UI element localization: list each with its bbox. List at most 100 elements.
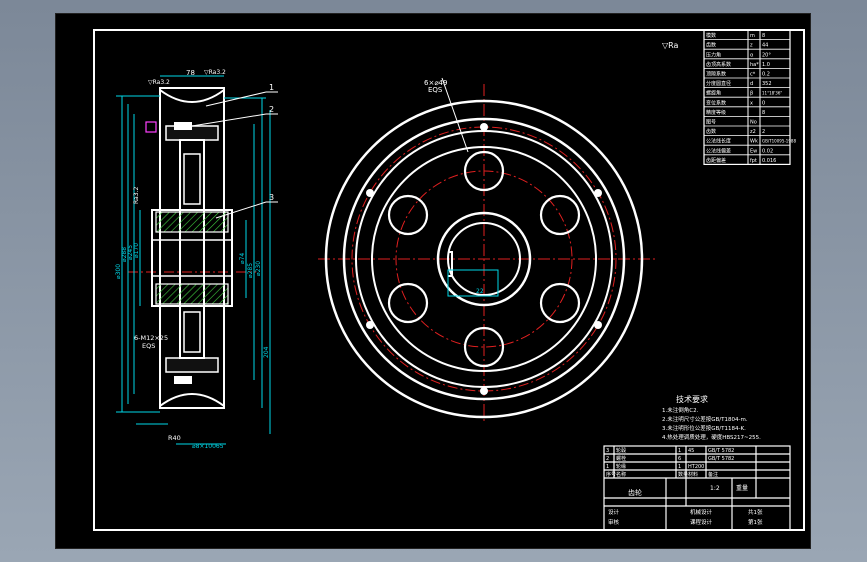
keyway-dim: 22	[476, 288, 484, 295]
param-cell: 齿顶高系数	[706, 61, 731, 68]
bom-cell: 45	[688, 448, 694, 454]
param-cell: α	[750, 52, 754, 58]
bolt-eqs: EQS	[142, 342, 155, 350]
dim-d300: ⌀300	[115, 264, 122, 279]
param-cell: x	[750, 100, 753, 106]
param-cell: β	[750, 91, 753, 97]
application-window: 78 ▽Ra3.2 ▽Ra3.2 1 2 3 ⌀300 ⌀288 ⌀245 ⌀1…	[0, 0, 867, 562]
parameter-table: 模数 m 8 齿数 z 44 压力角 α 20° 齿顶高系数 ha* 1.0 顶隙系数 c* 0.2 分度圆直…	[703, 29, 796, 165]
param-cell: 352	[762, 81, 772, 87]
param-cell: 齿距偏差	[706, 157, 726, 164]
param-cell: GB/T10095-1988	[762, 139, 796, 144]
top-roughness-1: ▽Ra3.2	[148, 79, 170, 86]
left-roughness: Ra3.2	[133, 187, 140, 204]
dim-204: 204	[263, 346, 270, 358]
param-cell: No	[750, 120, 757, 126]
param-cell: z	[750, 43, 753, 49]
param-cell: 11°18'36"	[762, 91, 782, 96]
dim-d170: ⌀170	[133, 243, 140, 258]
bom-cell: 2	[606, 456, 609, 462]
param-cell: 0.016	[762, 158, 776, 164]
bom-cell: GB/T 5782	[708, 448, 734, 454]
general-roughness-symbol: ▽Ra	[662, 41, 679, 50]
param-cell: 模数	[706, 32, 716, 39]
param-cell: 公法线长度	[706, 138, 731, 145]
bom-cell: 名称	[616, 471, 626, 478]
param-cell: Wk	[750, 139, 758, 145]
bom-cell: 螺栓	[616, 455, 626, 462]
bom-cell: HT200	[688, 464, 704, 470]
bom-cell: 数量	[678, 471, 688, 478]
top-roughness-2: ▽Ra3.2	[204, 69, 226, 76]
param-cell: 0.2	[762, 72, 770, 78]
bom-cell: 材料	[688, 471, 698, 478]
param-cell: z2	[750, 129, 756, 135]
weight-label: 重量	[736, 484, 748, 492]
param-cell: 螺旋角	[706, 90, 721, 97]
bom-cell: 1	[678, 448, 681, 454]
param-cell: 分度圆直径	[706, 80, 731, 87]
tech-req-line-4: 4.热处理调质处理，硬度HBS217~255.	[662, 433, 761, 441]
param-cell: 顶隙系数	[706, 71, 726, 78]
param-cell: 公法线偏差	[706, 147, 731, 154]
dim-d285: ⌀285	[247, 263, 254, 278]
param-cell: m	[750, 33, 755, 39]
tech-req-line-2: 2.未注明尺寸公差按GB/T1804-m.	[662, 415, 748, 423]
param-cell: d	[750, 81, 753, 87]
sheets-count: 共1张	[748, 508, 763, 516]
param-cell: 齿数	[706, 128, 716, 135]
designer-label: 设计	[608, 508, 620, 516]
drawing-sheet[interactable]: 78 ▽Ra3.2 ▽Ra3.2 1 2 3 ⌀300 ⌀288 ⌀245 ⌀1…	[55, 13, 811, 549]
balloon-2: 2	[269, 105, 274, 114]
front-view: 6×⌀49 EQS 22	[318, 77, 656, 424]
param-cell: 0	[762, 100, 765, 106]
bom-cell: 轮毂	[616, 447, 626, 454]
tech-req-line-1: 1.未注倒角C2.	[662, 406, 699, 414]
param-cell: 1.0	[762, 62, 770, 68]
param-cell: 44	[762, 43, 768, 49]
bom-cell: 3	[606, 448, 609, 454]
param-cell: c*	[750, 72, 756, 78]
param-cell: 图号	[706, 120, 716, 126]
school-name: 机械设计	[690, 508, 713, 516]
checker-label: 审核	[608, 518, 620, 526]
title-block: 3 轮毂 1 45 GB/T 5782 2 螺栓 6 GB/T 5782 1 轮缘 1 HT200 序号名…	[603, 445, 791, 531]
cad-drawing: 78 ▽Ra3.2 ▽Ra3.2 1 2 3 ⌀300 ⌀288 ⌀245 ⌀1…	[93, 29, 805, 531]
holes-eqs: EQS	[428, 86, 443, 94]
top-dim-width: 78	[186, 69, 195, 77]
scale-value: 1:2	[710, 485, 720, 492]
bom-cell: 轮缘	[616, 463, 626, 470]
param-cell: Ew	[750, 148, 757, 154]
bom-cell: 6	[678, 456, 681, 462]
dim-r40: R40	[168, 434, 181, 442]
drawing-name: 齿轮	[628, 488, 642, 497]
tech-req-line-3: 3.未注明形位公差按GB/T1184-K.	[662, 424, 746, 432]
dim-bottom: ⌀8×10065	[192, 443, 224, 450]
param-cell: 20°	[762, 52, 771, 58]
school-name-2: 课程设计	[690, 518, 713, 526]
technical-requirements: 技术要求 1.未注倒角C2. 2.未注明尺寸公差按GB/T1804-m. 3.未…	[662, 394, 761, 441]
param-cell: fpt	[750, 158, 757, 164]
param-cell: 8	[762, 33, 765, 39]
bom-cell: 1	[606, 464, 609, 470]
section-view: 78 ▽Ra3.2 ▽Ra3.2 1 2 3 ⌀300 ⌀288 ⌀245 ⌀1…	[115, 69, 278, 450]
param-cell: 齿数	[706, 42, 716, 49]
bom-cell: GB/T 5782	[708, 456, 734, 462]
param-cell: 8	[762, 110, 765, 116]
dim-d230: ⌀230	[255, 261, 262, 276]
balloon-3: 3	[269, 193, 274, 202]
dim-d74: ⌀74	[239, 253, 246, 264]
sheet-number: 第1张	[748, 518, 763, 526]
tech-req-title: 技术要求	[676, 394, 708, 404]
param-cell: 压力角	[706, 51, 721, 58]
param-cell: ha*	[750, 62, 759, 68]
balloon-1: 1	[269, 83, 274, 92]
param-cell: 2	[762, 129, 765, 135]
param-cell: 精度等级	[706, 109, 726, 116]
param-cell: 变位系数	[706, 99, 726, 106]
param-cell: 0.02	[762, 148, 773, 154]
bom-cell: 序号	[606, 471, 616, 478]
bolt-callout: 6-M12×25	[134, 334, 168, 342]
bom-cell: 备注	[708, 471, 718, 478]
bom-cell: 1	[678, 464, 681, 470]
